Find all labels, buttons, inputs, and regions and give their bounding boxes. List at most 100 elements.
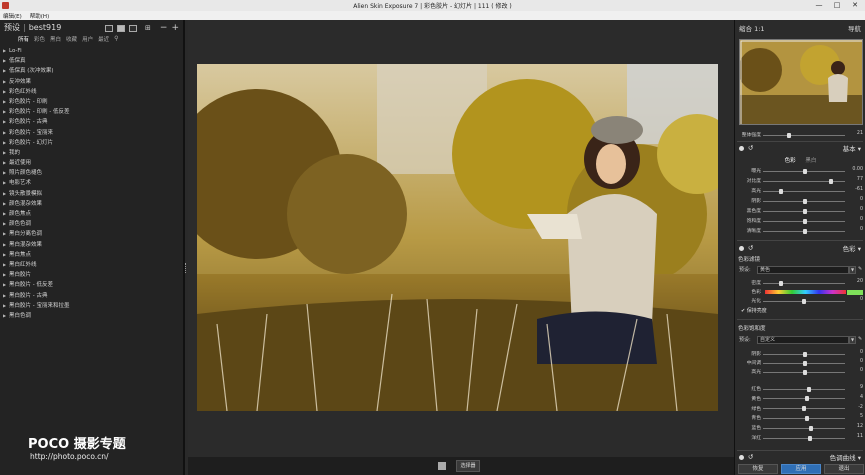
adjust-slider[interactable]: 对比度 77 (737, 177, 863, 185)
slider-value[interactable]: 12 (849, 424, 863, 429)
slider-value[interactable]: 0 (849, 217, 863, 222)
adjust-slider[interactable]: 中间调 0 (737, 359, 863, 367)
preset-folder[interactable]: 彩色胶片 - 幻灯片 (0, 138, 183, 148)
slider-thumb[interactable] (808, 425, 813, 431)
preset-folder[interactable]: 电影艺术 (0, 178, 183, 188)
slider-value[interactable]: 0.00 (849, 167, 863, 172)
adjust-slider[interactable]: 红色 9 (737, 385, 863, 393)
slider-value[interactable]: 0 (849, 207, 863, 212)
apply-button[interactable]: 应用 (781, 464, 821, 474)
density-track[interactable] (763, 282, 845, 284)
slider-value[interactable]: 11 (849, 434, 863, 439)
tab-color[interactable]: 色彩 (785, 158, 796, 164)
selected-color-swatch[interactable] (847, 289, 863, 295)
filter-all[interactable]: 所有 (18, 35, 29, 43)
hue-slider[interactable]: 色彩 (737, 288, 863, 296)
slider-value[interactable]: 0 (849, 350, 863, 355)
preset-folder[interactable]: 照片颜色褪色 (0, 168, 183, 178)
color-filter-preset[interactable]: 预设: 黄色 ▼ ✎ (739, 266, 862, 274)
slider-value[interactable]: 0 (849, 227, 863, 232)
zoom-ratio[interactable]: 1:1 (754, 25, 764, 33)
preset-folder[interactable]: 彩色胶片 - 古典 (0, 117, 183, 127)
slider-value[interactable]: 0 (849, 368, 863, 373)
grid-view-icon[interactable] (105, 24, 114, 32)
collapse-icon[interactable]: ▾ (858, 245, 861, 253)
slider-value[interactable]: -61 (849, 187, 863, 192)
filter-user[interactable]: 用户 (82, 35, 93, 43)
curves-section-header[interactable]: ↺ 色调曲线 ▾ (737, 452, 863, 462)
preview-photo[interactable] (197, 64, 718, 411)
slider-thumb[interactable] (804, 396, 809, 402)
preset-folder[interactable]: 黑白焦点 (0, 250, 183, 260)
slider-thumb[interactable] (803, 208, 807, 214)
adjust-slider[interactable]: 高光 0 (737, 368, 863, 376)
preset-folder[interactable]: 最近使用 (0, 158, 183, 168)
slider-value[interactable]: 0 (849, 197, 863, 202)
preset-folder[interactable]: 彩色胶片 - 印刷 (0, 97, 183, 107)
slider-track[interactable] (763, 417, 845, 419)
brightness-value[interactable]: 0 (849, 297, 863, 302)
slider-thumb[interactable] (807, 435, 812, 441)
minimize-button[interactable]: — (810, 0, 828, 11)
user-name[interactable]: best919 (29, 23, 62, 32)
slider-thumb[interactable] (803, 218, 807, 224)
adjust-slider[interactable]: 青色 5 (737, 414, 863, 422)
preset-folder[interactable]: 黑白胶片 - 低反差 (0, 280, 183, 290)
sat-preset-select[interactable]: 自定义 (757, 336, 849, 344)
reset-icon[interactable]: ↺ (748, 244, 753, 252)
exit-button[interactable]: 退出 (824, 464, 864, 474)
filter-recent[interactable]: 最近 (98, 35, 109, 43)
overall-strength-slider[interactable]: 整体强度 21 (737, 131, 863, 139)
slider-track[interactable] (763, 437, 845, 439)
preset-folder[interactable]: 低保真 (0, 56, 183, 66)
overall-strength-track[interactable] (763, 134, 845, 136)
collapse-icon[interactable]: ▾ (858, 145, 861, 153)
preset-folder[interactable]: 黑白混杂效果 (0, 240, 183, 250)
overall-strength-value[interactable]: 21 (849, 131, 863, 136)
adjust-slider[interactable]: 洋红 11 (737, 434, 863, 442)
chevron-down-icon[interactable]: ▼ (849, 266, 856, 274)
preset-folder[interactable]: 黑白红外线 (0, 260, 183, 270)
brightness-thumb[interactable] (802, 298, 806, 304)
slider-thumb[interactable] (803, 351, 807, 357)
preset-select[interactable]: 黄色 (757, 266, 849, 274)
slider-track[interactable] (763, 388, 845, 390)
tab-bw[interactable]: 黑白 (805, 158, 816, 164)
preset-folder[interactable]: 彩色胶片 - 印刷 - 低反差 (0, 107, 183, 117)
slider-value[interactable]: 5 (849, 414, 863, 419)
preset-folder[interactable]: 颜色焦点 (0, 209, 183, 219)
edit-icon[interactable]: ✎ (858, 336, 862, 342)
slider-thumb[interactable] (803, 198, 807, 204)
preset-folder[interactable]: 镜头散景模拟 (0, 189, 183, 199)
hue-spectrum[interactable] (765, 290, 846, 294)
slider-thumb[interactable] (803, 360, 807, 366)
adjust-slider[interactable]: 清晰度 0 (737, 227, 863, 235)
reset-icon[interactable]: ↺ (748, 453, 753, 461)
compare-icon[interactable]: ⊞ (145, 24, 151, 32)
preset-folder[interactable]: 低保真 (次冲效果) (0, 66, 183, 76)
brightness-slider[interactable]: 光化 0 (737, 297, 863, 305)
reset-icon[interactable]: ↺ (748, 144, 753, 152)
slider-value[interactable]: 0 (849, 359, 863, 364)
preview-mode-icon[interactable] (438, 462, 446, 470)
preset-folder[interactable]: 黑白色调 (0, 311, 183, 321)
slider-thumb[interactable] (803, 228, 807, 234)
slider-thumb[interactable] (807, 386, 811, 392)
list-view-icon[interactable] (129, 24, 138, 32)
preset-folder[interactable]: Lo-Fi (0, 46, 183, 56)
slider-value[interactable]: 9 (849, 385, 863, 390)
adjust-slider[interactable]: 蓝色 12 (737, 424, 863, 432)
preset-folder[interactable]: 黑白胶片 - 宝丽来和拉墨 (0, 301, 183, 311)
close-button[interactable]: ✕ (846, 0, 864, 11)
adjust-slider[interactable]: 阴影 0 (737, 197, 863, 205)
power-icon[interactable] (739, 454, 744, 460)
adjust-slider[interactable]: 黑色度 0 (737, 207, 863, 215)
preset-folder[interactable]: 颜色色调 (0, 219, 183, 229)
adjust-slider[interactable]: 阴影 0 (737, 350, 863, 358)
single-view-icon[interactable] (117, 24, 126, 32)
presets-tab[interactable]: 预设 (4, 22, 20, 33)
density-slider[interactable]: 密度 20 (737, 279, 863, 287)
search-icon[interactable]: ⚲ (114, 35, 118, 42)
slider-thumb[interactable] (828, 178, 833, 184)
slider-track[interactable] (763, 180, 845, 182)
